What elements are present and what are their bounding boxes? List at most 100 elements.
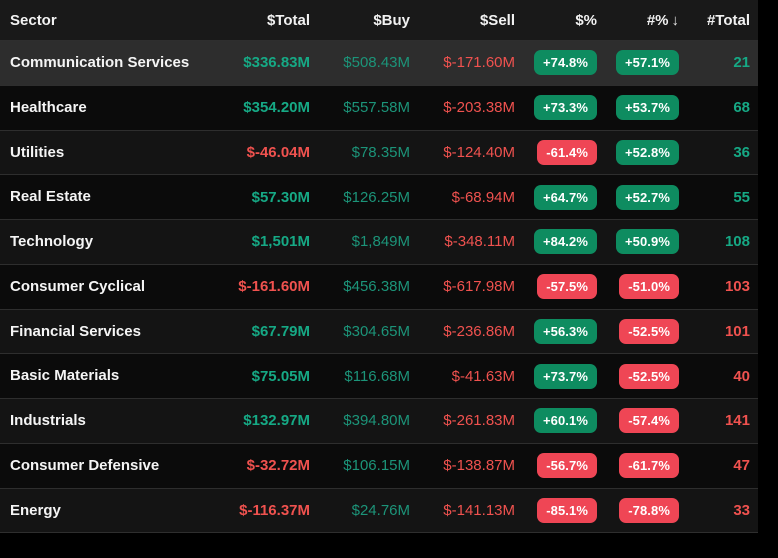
count-pct-badge: +50.9% <box>616 229 679 254</box>
buy-value: $557.58M <box>310 99 410 116</box>
total-value: $1,501M <box>200 233 310 250</box>
sort-descending-icon: ↓ <box>672 12 680 29</box>
count-pct-badge: +52.8% <box>616 140 679 165</box>
count-pct-cell: -57.4% <box>597 408 679 433</box>
sell-value: $-348.11M <box>410 233 515 250</box>
dollar-pct-cell: -61.4% <box>515 140 597 165</box>
table-row[interactable]: Basic Materials $75.05M $116.68M $-41.63… <box>0 353 758 398</box>
table-header-row: Sector $Total $Buy $Sell $% #%↓ #Total <box>0 0 758 40</box>
sell-value: $-261.83M <box>410 412 515 429</box>
sector-name: Industrials <box>0 399 190 443</box>
total-value: $57.30M <box>200 189 310 206</box>
buy-value: $304.65M <box>310 323 410 340</box>
count-total-value: 55 <box>679 189 758 206</box>
count-pct-badge: +53.7% <box>616 95 679 120</box>
sell-value: $-617.98M <box>410 278 515 295</box>
column-header-count-total[interactable]: #Total <box>679 12 758 29</box>
count-pct-badge: -51.0% <box>619 274 679 299</box>
dollar-pct-badge: -56.7% <box>537 453 597 478</box>
table-row[interactable]: Consumer Cyclical $-161.60M $456.38M $-6… <box>0 264 758 309</box>
dollar-pct-cell: -56.7% <box>515 453 597 478</box>
total-value: $75.05M <box>200 368 310 385</box>
count-total-value: 40 <box>679 368 758 385</box>
table-row[interactable]: Energy $-116.37M $24.76M $-141.13M -85.1… <box>0 488 758 534</box>
count-pct-badge: -57.4% <box>619 408 679 433</box>
column-header-count-pct[interactable]: #%↓ <box>597 12 679 29</box>
total-value: $-161.60M <box>200 278 310 295</box>
dollar-pct-badge: -61.4% <box>537 140 597 165</box>
dollar-pct-cell: +73.3% <box>515 95 597 120</box>
dollar-pct-cell: +64.7% <box>515 185 597 210</box>
dollar-pct-badge: +60.1% <box>534 408 597 433</box>
table-row[interactable]: Financial Services $67.79M $304.65M $-23… <box>0 309 758 354</box>
dollar-pct-cell: -57.5% <box>515 274 597 299</box>
sell-value: $-203.38M <box>410 99 515 116</box>
table-row[interactable]: Technology $1,501M $1,849M $-348.11M +84… <box>0 219 758 264</box>
sector-name: Consumer Defensive <box>0 444 190 488</box>
total-value: $354.20M <box>200 99 310 116</box>
count-total-value: 68 <box>679 99 758 116</box>
dollar-pct-badge: +56.3% <box>534 319 597 344</box>
count-pct-cell: +50.9% <box>597 229 679 254</box>
total-value: $-46.04M <box>200 144 310 161</box>
count-pct-cell: -51.0% <box>597 274 679 299</box>
total-value: $-116.37M <box>200 502 310 519</box>
dollar-pct-cell: +74.8% <box>515 50 597 75</box>
total-value: $132.97M <box>200 412 310 429</box>
count-total-value: 108 <box>679 233 758 250</box>
table-row[interactable]: Healthcare $354.20M $557.58M $-203.38M +… <box>0 85 758 130</box>
dollar-pct-cell: +84.2% <box>515 229 597 254</box>
dollar-pct-badge: +74.8% <box>534 50 597 75</box>
count-total-value: 33 <box>679 502 758 519</box>
count-pct-cell: +53.7% <box>597 95 679 120</box>
buy-value: $394.80M <box>310 412 410 429</box>
count-total-value: 101 <box>679 323 758 340</box>
column-header-dollar-total[interactable]: $Total <box>200 12 310 29</box>
total-value: $67.79M <box>200 323 310 340</box>
buy-value: $456.38M <box>310 278 410 295</box>
count-total-value: 21 <box>679 54 758 71</box>
sector-name: Financial Services <box>0 310 190 354</box>
dollar-pct-cell: +73.7% <box>515 364 597 389</box>
dollar-pct-badge: +73.3% <box>534 95 597 120</box>
table-row[interactable]: Utilities $-46.04M $78.35M $-124.40M -61… <box>0 130 758 175</box>
buy-value: $106.15M <box>310 457 410 474</box>
buy-value: $508.43M <box>310 54 410 71</box>
sell-value: $-236.86M <box>410 323 515 340</box>
table-row[interactable]: Consumer Defensive $-32.72M $106.15M $-1… <box>0 443 758 488</box>
count-pct-cell: +57.1% <box>597 50 679 75</box>
count-total-value: 103 <box>679 278 758 295</box>
sector-name: Technology <box>0 220 190 264</box>
dollar-pct-cell: +60.1% <box>515 408 597 433</box>
count-pct-badge: +52.7% <box>616 185 679 210</box>
count-pct-cell: +52.7% <box>597 185 679 210</box>
sector-name: Energy <box>0 489 190 533</box>
sell-value: $-138.87M <box>410 457 515 474</box>
dollar-pct-cell: -85.1% <box>515 498 597 523</box>
table-row[interactable]: Real Estate $57.30M $126.25M $-68.94M +6… <box>0 174 758 219</box>
buy-value: $126.25M <box>310 189 410 206</box>
table-row[interactable]: Communication Services $336.83M $508.43M… <box>0 40 758 85</box>
table-row[interactable]: Industrials $132.97M $394.80M $-261.83M … <box>0 398 758 443</box>
count-pct-badge: -52.5% <box>619 364 679 389</box>
column-header-sector[interactable]: Sector <box>0 12 200 29</box>
count-total-value: 47 <box>679 457 758 474</box>
sell-value: $-171.60M <box>410 54 515 71</box>
dollar-pct-badge: -85.1% <box>537 498 597 523</box>
count-pct-cell: -52.5% <box>597 364 679 389</box>
count-pct-badge: -61.7% <box>619 453 679 478</box>
column-header-dollar-buy[interactable]: $Buy <box>310 12 410 29</box>
column-header-dollar-sell[interactable]: $Sell <box>410 12 515 29</box>
total-value: $-32.72M <box>200 457 310 474</box>
sector-screener-table: Sector $Total $Buy $Sell $% #%↓ #Total C… <box>0 0 758 533</box>
sector-name: Communication Services <box>0 41 190 85</box>
sector-name: Real Estate <box>0 175 190 219</box>
count-pct-cell: -61.7% <box>597 453 679 478</box>
count-pct-cell: -52.5% <box>597 319 679 344</box>
sector-name: Basic Materials <box>0 354 190 398</box>
total-value: $336.83M <box>200 54 310 71</box>
sell-value: $-124.40M <box>410 144 515 161</box>
count-pct-badge: -52.5% <box>619 319 679 344</box>
dollar-pct-badge: +84.2% <box>534 229 597 254</box>
column-header-dollar-pct[interactable]: $% <box>515 12 597 29</box>
